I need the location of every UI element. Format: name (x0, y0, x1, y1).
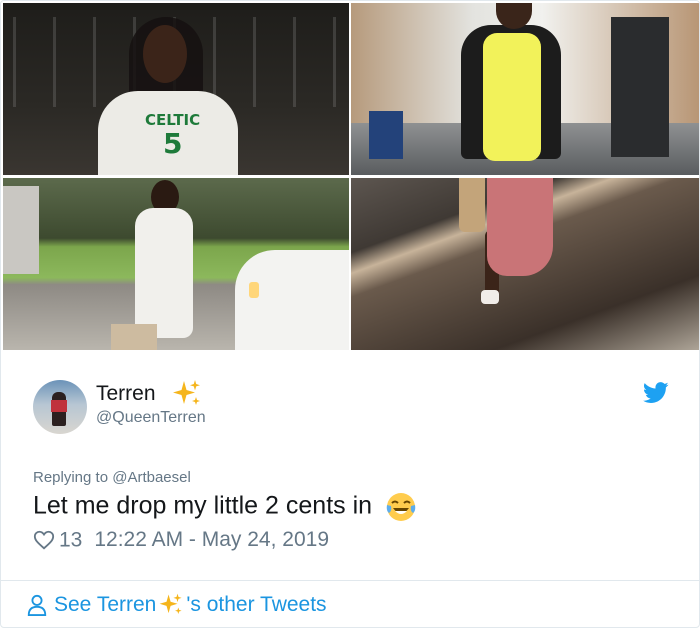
headlight-shape (249, 282, 259, 298)
dress-shape (135, 208, 193, 338)
car-shape (235, 250, 349, 350)
see-other-tweets-link[interactable]: See Terren 's other Tweets (26, 592, 327, 620)
door-shape (611, 17, 669, 157)
tweet-meta: 13 12:22 AM - May 24, 2019 (33, 528, 329, 554)
bag-shape (111, 324, 157, 350)
sparkles-emoji-icon (159, 593, 182, 614)
skirt-shape (487, 178, 553, 276)
divider (1, 580, 699, 581)
photo-4[interactable] (351, 178, 699, 350)
tweet-text-line: Let me drop my little 2 cents in (33, 491, 417, 523)
jersey-number: 5 (163, 127, 183, 160)
like-count[interactable]: 13 (59, 528, 82, 551)
truck-shape (3, 186, 39, 274)
bag-shape (459, 178, 485, 232)
avatar[interactable] (33, 380, 87, 434)
tears-of-joy-emoji-icon (386, 493, 416, 521)
photo-1[interactable]: CELTIC 5 (3, 3, 349, 175)
tweet-text: Let me drop my little 2 cents in (33, 491, 373, 520)
shoe-shape (481, 290, 499, 304)
tweet-body: Terren @QueenTerren Replying to @Artbaes… (1, 352, 699, 627)
reply-prefix: Replying to (33, 469, 113, 486)
avatar-shirt (51, 400, 67, 412)
trash-bin-shape (369, 111, 403, 159)
author-handle[interactable]: @QueenTerren (96, 409, 206, 427)
footer-text-before: See Terren (54, 593, 157, 616)
timestamp[interactable]: 12:22 AM - May 24, 2019 (94, 528, 329, 551)
author-name[interactable]: Terren (96, 382, 156, 406)
photo-2[interactable] (351, 3, 699, 175)
reply-context: Replying to @Artbaesel (33, 469, 191, 486)
sparkles-emoji-icon (173, 380, 200, 405)
photo-grid: CELTIC 5 (1, 1, 699, 352)
heart-icon[interactable] (33, 529, 55, 551)
shirt-shape (483, 33, 541, 161)
twitter-bird-icon[interactable] (643, 382, 669, 404)
footer-text-after: 's other Tweets (186, 593, 327, 616)
reply-to-handle[interactable]: @Artbaesel (112, 469, 191, 486)
person-icon (27, 594, 47, 616)
tweet-card: CELTIC 5 Terren @QueenTerren Replying to… (0, 0, 700, 628)
head-shape (143, 25, 187, 83)
photo-3[interactable] (3, 178, 349, 350)
